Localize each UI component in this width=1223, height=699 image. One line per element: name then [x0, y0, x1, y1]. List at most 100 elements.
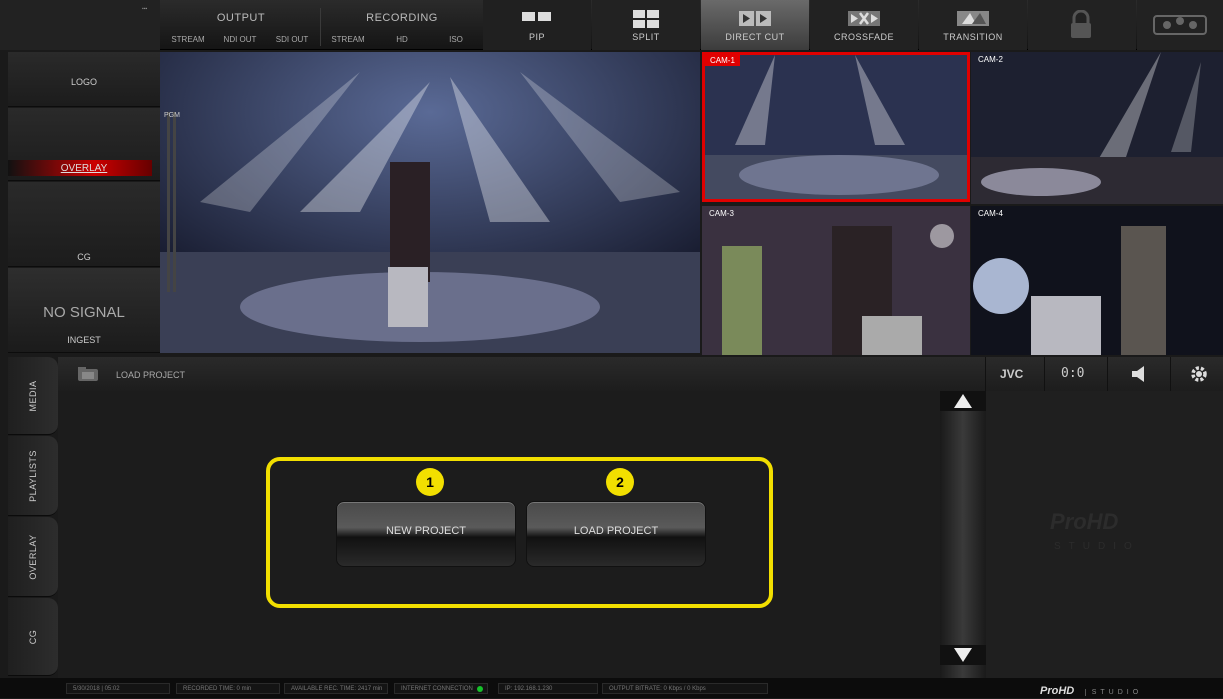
- watermark-prohd: ProHD: [1050, 509, 1119, 534]
- recording-group: RECORDING STREAM HD ISO: [322, 0, 482, 50]
- network-button[interactable]: [1137, 0, 1223, 50]
- status-ip: IP: 192.168.1.230: [498, 683, 598, 694]
- gear-icon: [1191, 366, 1207, 382]
- mode-pip-label: PIP: [528, 32, 545, 42]
- lock-button[interactable]: [1028, 0, 1136, 50]
- status-available-time: AVAILABLE REC. TIME: 2417 min: [284, 683, 388, 694]
- watermark-studio: STUDIO: [1054, 541, 1140, 552]
- output-title: OUTPUT: [216, 12, 266, 24]
- recording-hd-button[interactable]: HD: [376, 32, 428, 48]
- crossfade-icon: [848, 11, 880, 26]
- output-stream-button[interactable]: STREAM: [163, 32, 213, 48]
- recording-title: RECORDING: [366, 12, 438, 24]
- tab-cg-label: CG: [28, 629, 38, 644]
- tab-media-label: MEDIA: [28, 379, 38, 412]
- cg-label: CG: [77, 252, 91, 262]
- audio-button[interactable]: [1107, 357, 1169, 391]
- preview-panel: ProHD STUDIO: [986, 391, 1223, 678]
- mode-transition-label: TRANSITION: [943, 32, 1003, 42]
- tab-overlay-label: OVERLAY: [28, 533, 38, 580]
- prohd-text: ProHD: [1040, 685, 1075, 697]
- speaker-icon: [1132, 366, 1144, 382]
- overlay-label: OVERLAY: [60, 163, 108, 174]
- step-2-badge: 2: [606, 468, 634, 496]
- tab-overlay[interactable]: OVERLAY: [8, 517, 58, 597]
- ndi-out-button[interactable]: NDI OUT: [215, 32, 265, 48]
- top-toolbar: ▪▪▪ OUTPUT STREAM NDI OUT SDI OUT RECORD…: [0, 0, 1223, 50]
- status-internet-label: INTERNET CONNECTION: [401, 686, 473, 692]
- split-icon: [633, 10, 659, 28]
- tab-media[interactable]: MEDIA: [8, 357, 58, 435]
- cam-4-label: CAM-4: [978, 209, 1003, 218]
- audio-meter: [164, 92, 182, 292]
- recording-stream-button[interactable]: STREAM: [322, 32, 374, 48]
- new-project-button[interactable]: NEW PROJECT: [336, 501, 516, 567]
- mode-crossfade-button[interactable]: CROSSFADE: [810, 0, 918, 50]
- cam-4-video: [971, 206, 1223, 355]
- toolbar-title: LOAD PROJECT: [116, 370, 186, 380]
- counter-text: 0:0: [1061, 366, 1085, 381]
- arrow-up-icon: [954, 394, 972, 408]
- pgm-label: PGM: [164, 112, 180, 119]
- step-1-badge: 1: [416, 468, 444, 496]
- program-monitor: PGM: [160, 52, 700, 353]
- prohd-studio-logo: ProHD STUDIO: [1040, 681, 1143, 697]
- tab-playlists-label: PLAYLISTS: [28, 449, 38, 502]
- mode-split-button[interactable]: SPLIT: [592, 0, 700, 50]
- logo-label: LOGO: [70, 77, 97, 87]
- lock-icon: [1071, 10, 1091, 38]
- transition-icon: [957, 11, 989, 26]
- tab-cg[interactable]: CG: [8, 598, 58, 676]
- cam-1-label: CAM-1: [705, 55, 740, 66]
- status-datetime: 5/30/2018 | 05:02: [66, 683, 170, 694]
- studio-text: STUDIO: [1084, 689, 1143, 696]
- jvc-logo: JVC: [985, 357, 1043, 391]
- output-group: OUTPUT STREAM NDI OUT SDI OUT: [163, 0, 319, 50]
- mode-crossfade-label: CROSSFADE: [833, 32, 894, 42]
- overlay-slot[interactable]: OVERLAY: [8, 108, 160, 181]
- cg-slot[interactable]: CG: [8, 182, 160, 267]
- cam-1-video: [705, 55, 967, 199]
- mode-transition-button[interactable]: TRANSITION: [919, 0, 1027, 50]
- counter-display: 0:0: [1044, 357, 1106, 391]
- cam-2-monitor[interactable]: CAM-2: [971, 52, 1223, 204]
- load-project-button[interactable]: LOAD PROJECT: [526, 501, 706, 567]
- small-indicator-icon: ▪▪▪: [142, 6, 148, 12]
- cam-1-monitor[interactable]: CAM-1: [702, 52, 970, 202]
- pip-icon: [522, 12, 551, 21]
- arrow-down-icon: [954, 648, 972, 662]
- direct-cut-icon: [739, 11, 771, 26]
- mode-split-label: SPLIT: [632, 32, 660, 42]
- internet-status-indicator: [477, 686, 483, 692]
- mode-direct-cut-label: DIRECT CUT: [725, 32, 785, 42]
- cam-3-label: CAM-3: [709, 209, 734, 218]
- folder-icon[interactable]: [78, 367, 98, 381]
- program-video: [160, 52, 700, 353]
- logo-slot[interactable]: LOGO: [8, 52, 160, 107]
- ingest-slot[interactable]: NO SIGNAL INGEST: [8, 268, 160, 353]
- status-internet: INTERNET CONNECTION: [394, 683, 488, 694]
- ingest-label: INGEST: [67, 335, 101, 345]
- status-bitrate: OUTPUT BITRATE: 0 Kbps / 0 Kbps: [602, 683, 768, 694]
- mode-direct-cut-button[interactable]: DIRECT CUT: [701, 0, 809, 50]
- cam-4-monitor[interactable]: CAM-4: [971, 206, 1223, 355]
- sdi-out-button[interactable]: SDI OUT: [267, 32, 317, 48]
- scroll-down-button[interactable]: [940, 645, 986, 665]
- jvc-text: JVC: [1000, 367, 1024, 381]
- network-icon: [1153, 15, 1207, 35]
- mode-pip-button[interactable]: PIP: [483, 0, 591, 50]
- status-recorded-time: RECORDED TIME: 0 min: [176, 683, 280, 694]
- tab-playlists[interactable]: PLAYLISTS: [8, 436, 58, 516]
- no-signal-text: NO SIGNAL: [43, 304, 125, 321]
- divider: [320, 8, 321, 46]
- scroll-track[interactable]: [940, 391, 986, 678]
- cam-2-label: CAM-2: [978, 55, 1003, 64]
- scroll-up-button[interactable]: [940, 391, 986, 411]
- cam-3-video: [702, 206, 970, 355]
- recording-iso-button[interactable]: ISO: [430, 32, 482, 48]
- top-left-blank: ▪▪▪: [0, 0, 160, 50]
- project-toolbar: LOAD PROJECT JVC 0:0: [58, 357, 1223, 391]
- cam-3-monitor[interactable]: CAM-3: [702, 206, 970, 355]
- settings-button[interactable]: [1170, 357, 1223, 391]
- cam-2-video: [971, 52, 1223, 204]
